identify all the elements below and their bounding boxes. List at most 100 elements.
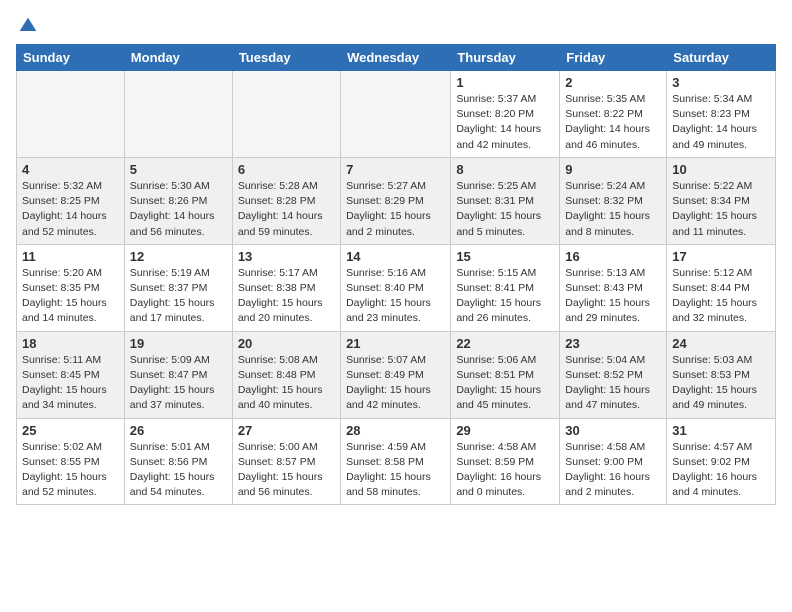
day-number: 28 xyxy=(346,423,445,438)
day-number: 4 xyxy=(22,162,119,177)
day-info: Sunrise: 5:06 AM Sunset: 8:51 PM Dayligh… xyxy=(456,353,554,414)
calendar-cell: 17Sunrise: 5:12 AM Sunset: 8:44 PM Dayli… xyxy=(667,244,776,331)
calendar-cell: 25Sunrise: 5:02 AM Sunset: 8:55 PM Dayli… xyxy=(17,418,125,505)
day-info: Sunrise: 5:27 AM Sunset: 8:29 PM Dayligh… xyxy=(346,179,445,240)
calendar-cell: 4 Sunrise: 5:32 AM Sunset: 8:25 PM Daylig… xyxy=(17,157,125,244)
calendar-cell: 15 Sunrise: 5:15 AM Sunset: 8:41 PM Dayli… xyxy=(451,244,560,331)
day-info: Sunrise: 5:34 AM Sunset: 8:23 PM Dayligh… xyxy=(672,92,770,153)
day-info: Sunrise: 4:58 AM Sunset: 9:00 PM Dayligh… xyxy=(565,440,661,501)
day-info: Sunrise: 5:16 AM Sunset: 8:40 PM Dayligh… xyxy=(346,266,445,327)
calendar-cell: 14 Sunrise: 5:16 AM Sunset: 8:40 PM Dayli… xyxy=(341,244,451,331)
logo-icon xyxy=(18,16,38,36)
day-number: 23 xyxy=(565,336,661,351)
day-info: Sunrise: 5:30 AM Sunset: 8:26 PM Dayligh… xyxy=(130,179,227,240)
day-header-saturday: Saturday xyxy=(667,45,776,71)
calendar-cell: 8 Sunrise: 5:25 AM Sunset: 8:31 PM Daylig… xyxy=(451,157,560,244)
calendar-cell: 22 Sunrise: 5:06 AM Sunset: 8:51 PM Dayli… xyxy=(451,331,560,418)
day-number: 9 xyxy=(565,162,661,177)
day-number: 16 xyxy=(565,249,661,264)
day-info: Sunrise: 5:01 AM Sunset: 8:56 PM Dayligh… xyxy=(130,440,227,501)
calendar-cell: 12Sunrise: 5:19 AM Sunset: 8:37 PM Dayli… xyxy=(124,244,232,331)
logo xyxy=(16,16,38,36)
day-header-wednesday: Wednesday xyxy=(341,45,451,71)
day-header-sunday: Sunday xyxy=(17,45,125,71)
calendar-cell: 16 Sunrise: 5:13 AM Sunset: 8:43 PM Dayli… xyxy=(560,244,667,331)
day-info: Sunrise: 5:20 AM Sunset: 8:35 PM Dayligh… xyxy=(22,266,119,327)
day-number: 11 xyxy=(22,249,119,264)
day-header-friday: Friday xyxy=(560,45,667,71)
day-number: 3 xyxy=(672,75,770,90)
calendar-table: SundayMondayTuesdayWednesdayThursdayFrid… xyxy=(16,44,776,505)
day-number: 26 xyxy=(130,423,227,438)
calendar-cell: 3 Sunrise: 5:34 AM Sunset: 8:23 PM Daylig… xyxy=(667,71,776,158)
day-info: Sunrise: 5:25 AM Sunset: 8:31 PM Dayligh… xyxy=(456,179,554,240)
day-info: Sunrise: 5:03 AM Sunset: 8:53 PM Dayligh… xyxy=(672,353,770,414)
calendar-cell: 31 Sunrise: 4:57 AM Sunset: 9:02 PM Dayli… xyxy=(667,418,776,505)
day-number: 21 xyxy=(346,336,445,351)
calendar-week-row: 25Sunrise: 5:02 AM Sunset: 8:55 PM Dayli… xyxy=(17,418,776,505)
day-number: 5 xyxy=(130,162,227,177)
day-number: 22 xyxy=(456,336,554,351)
day-info: Sunrise: 5:22 AM Sunset: 8:34 PM Dayligh… xyxy=(672,179,770,240)
day-number: 18 xyxy=(22,336,119,351)
calendar-cell: 23 Sunrise: 5:04 AM Sunset: 8:52 PM Dayli… xyxy=(560,331,667,418)
day-info: Sunrise: 5:37 AM Sunset: 8:20 PM Dayligh… xyxy=(456,92,554,153)
day-number: 2 xyxy=(565,75,661,90)
calendar-header-row: SundayMondayTuesdayWednesdayThursdayFrid… xyxy=(17,45,776,71)
calendar-cell: 11 Sunrise: 5:20 AM Sunset: 8:35 PM Dayli… xyxy=(17,244,125,331)
calendar-cell: 13 Sunrise: 5:17 AM Sunset: 8:38 PM Dayli… xyxy=(232,244,340,331)
day-info: Sunrise: 5:35 AM Sunset: 8:22 PM Dayligh… xyxy=(565,92,661,153)
calendar-cell: 7 Sunrise: 5:27 AM Sunset: 8:29 PM Daylig… xyxy=(341,157,451,244)
calendar-cell: 1 Sunrise: 5:37 AM Sunset: 8:20 PM Daylig… xyxy=(451,71,560,158)
day-info: Sunrise: 4:58 AM Sunset: 8:59 PM Dayligh… xyxy=(456,440,554,501)
calendar-cell: 10 Sunrise: 5:22 AM Sunset: 8:34 PM Dayli… xyxy=(667,157,776,244)
day-info: Sunrise: 5:04 AM Sunset: 8:52 PM Dayligh… xyxy=(565,353,661,414)
day-number: 17 xyxy=(672,249,770,264)
calendar-week-row: 18 Sunrise: 5:11 AM Sunset: 8:45 PM Dayli… xyxy=(17,331,776,418)
day-number: 27 xyxy=(238,423,335,438)
day-info: Sunrise: 5:11 AM Sunset: 8:45 PM Dayligh… xyxy=(22,353,119,414)
day-number: 30 xyxy=(565,423,661,438)
page-header xyxy=(16,16,776,36)
day-info: Sunrise: 4:59 AM Sunset: 8:58 PM Dayligh… xyxy=(346,440,445,501)
day-info: Sunrise: 5:19 AM Sunset: 8:37 PM Dayligh… xyxy=(130,266,227,327)
calendar-cell: 2 Sunrise: 5:35 AM Sunset: 8:22 PM Daylig… xyxy=(560,71,667,158)
day-info: Sunrise: 4:57 AM Sunset: 9:02 PM Dayligh… xyxy=(672,440,770,501)
day-header-tuesday: Tuesday xyxy=(232,45,340,71)
calendar-cell xyxy=(124,71,232,158)
calendar-cell: 20 Sunrise: 5:08 AM Sunset: 8:48 PM Dayli… xyxy=(232,331,340,418)
day-number: 7 xyxy=(346,162,445,177)
calendar-cell: 30 Sunrise: 4:58 AM Sunset: 9:00 PM Dayli… xyxy=(560,418,667,505)
day-info: Sunrise: 5:07 AM Sunset: 8:49 PM Dayligh… xyxy=(346,353,445,414)
calendar-cell: 26 Sunrise: 5:01 AM Sunset: 8:56 PM Dayli… xyxy=(124,418,232,505)
day-info: Sunrise: 5:28 AM Sunset: 8:28 PM Dayligh… xyxy=(238,179,335,240)
calendar-cell: 24 Sunrise: 5:03 AM Sunset: 8:53 PM Dayli… xyxy=(667,331,776,418)
day-number: 20 xyxy=(238,336,335,351)
calendar-cell: 29Sunrise: 4:58 AM Sunset: 8:59 PM Dayli… xyxy=(451,418,560,505)
day-info: Sunrise: 5:13 AM Sunset: 8:43 PM Dayligh… xyxy=(565,266,661,327)
day-info: Sunrise: 5:02 AM Sunset: 8:55 PM Dayligh… xyxy=(22,440,119,501)
calendar-cell: 28 Sunrise: 4:59 AM Sunset: 8:58 PM Dayli… xyxy=(341,418,451,505)
day-number: 13 xyxy=(238,249,335,264)
day-number: 6 xyxy=(238,162,335,177)
day-header-thursday: Thursday xyxy=(451,45,560,71)
day-number: 8 xyxy=(456,162,554,177)
calendar-cell xyxy=(17,71,125,158)
day-number: 14 xyxy=(346,249,445,264)
day-header-monday: Monday xyxy=(124,45,232,71)
day-number: 15 xyxy=(456,249,554,264)
day-number: 10 xyxy=(672,162,770,177)
calendar-week-row: 11 Sunrise: 5:20 AM Sunset: 8:35 PM Dayli… xyxy=(17,244,776,331)
day-info: Sunrise: 5:17 AM Sunset: 8:38 PM Dayligh… xyxy=(238,266,335,327)
day-number: 31 xyxy=(672,423,770,438)
day-info: Sunrise: 5:08 AM Sunset: 8:48 PM Dayligh… xyxy=(238,353,335,414)
calendar-cell: 18 Sunrise: 5:11 AM Sunset: 8:45 PM Dayli… xyxy=(17,331,125,418)
day-info: Sunrise: 5:32 AM Sunset: 8:25 PM Dayligh… xyxy=(22,179,119,240)
day-number: 1 xyxy=(456,75,554,90)
calendar-cell xyxy=(232,71,340,158)
day-info: Sunrise: 5:15 AM Sunset: 8:41 PM Dayligh… xyxy=(456,266,554,327)
calendar-week-row: 4 Sunrise: 5:32 AM Sunset: 8:25 PM Daylig… xyxy=(17,157,776,244)
day-number: 19 xyxy=(130,336,227,351)
day-info: Sunrise: 5:09 AM Sunset: 8:47 PM Dayligh… xyxy=(130,353,227,414)
day-number: 24 xyxy=(672,336,770,351)
